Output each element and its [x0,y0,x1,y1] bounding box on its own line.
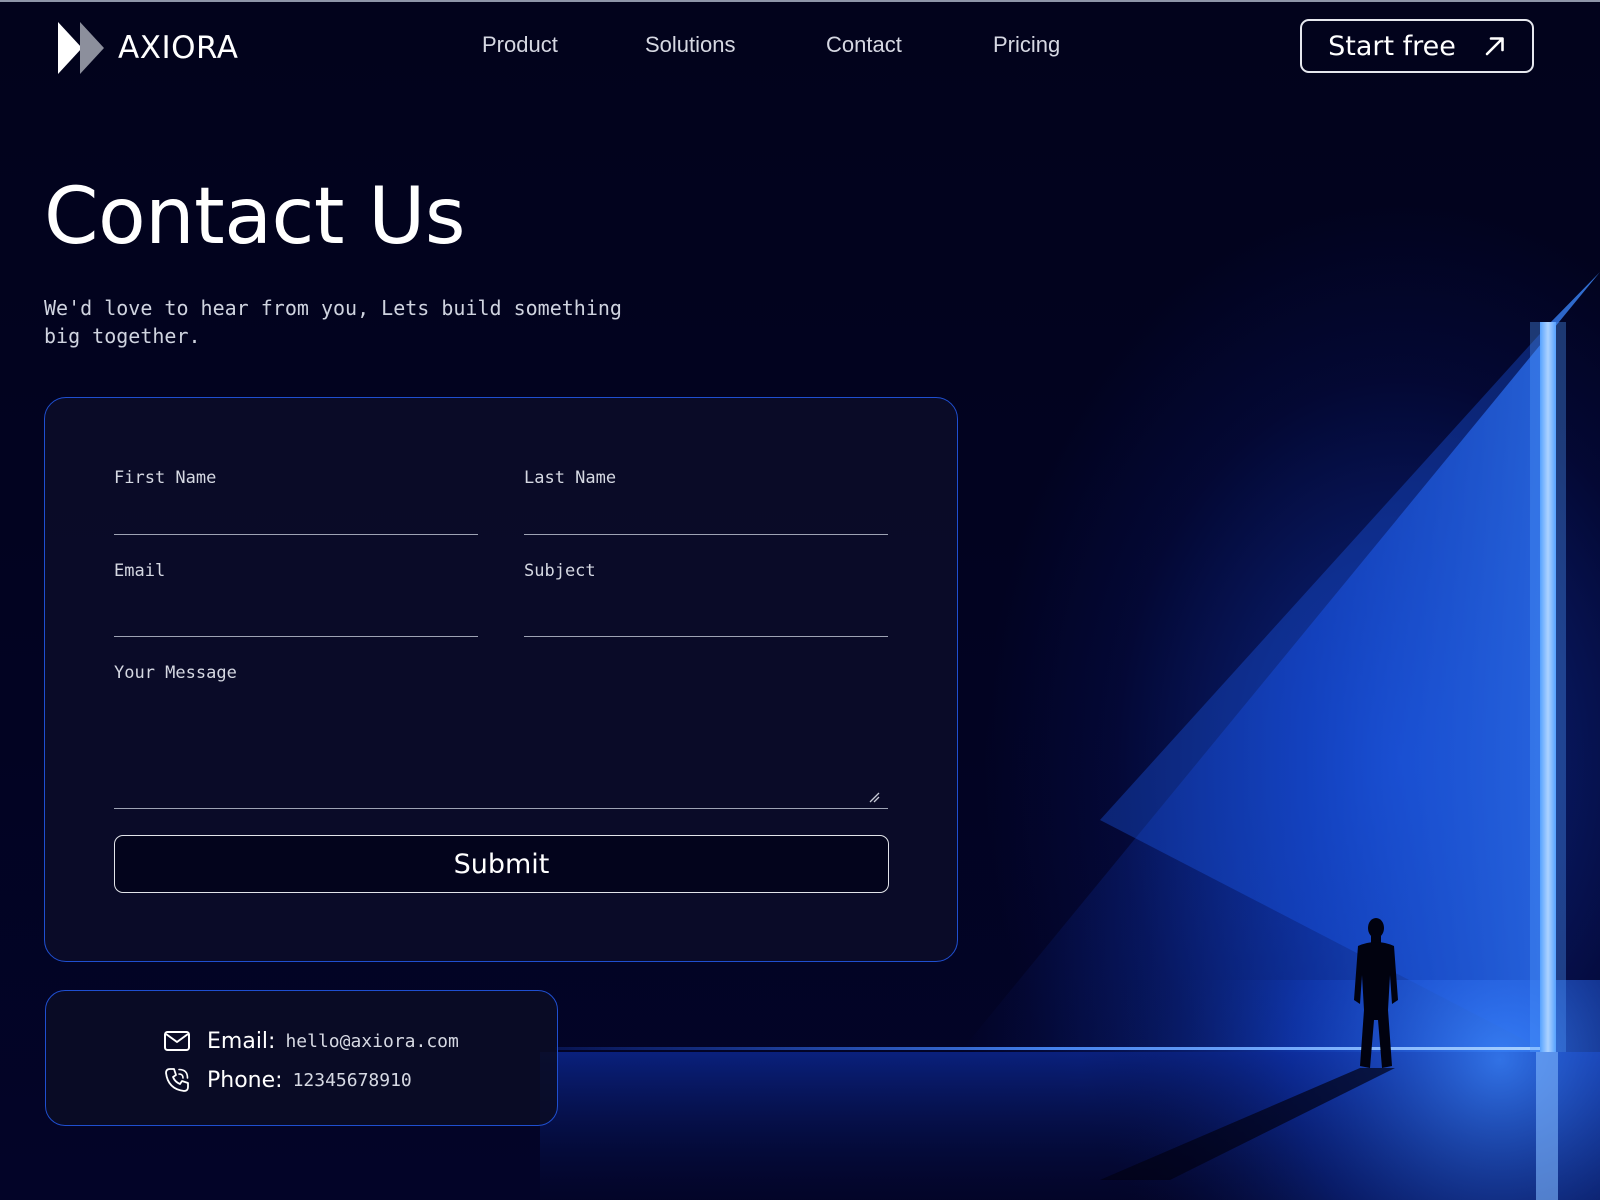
envelope-icon [164,1031,190,1051]
brand-logo[interactable]: AXIORA [56,22,238,74]
phone-ringing-icon [165,1068,189,1092]
subject-label: Subject [524,561,596,581]
contact-phone-row: Phone: 12345678910 [163,1065,412,1095]
double-chevron-logo-icon [58,22,104,74]
submit-label: Submit [453,848,550,880]
top-navbar: AXIORA Product Solutions Contact Pricing… [0,0,1600,96]
person-silhouette [1354,918,1398,1068]
email-label: Email [114,561,166,581]
resize-grip-icon[interactable] [868,791,880,803]
start-free-label: Start free [1328,30,1456,62]
message-textarea[interactable] [114,689,888,809]
email-key: Email: [207,1028,276,1054]
nav-item-solutions[interactable]: Solutions [645,32,736,58]
last-name-input[interactable] [524,495,888,535]
nav-item-pricing[interactable]: Pricing [993,32,1060,58]
first-name-input[interactable] [114,495,478,535]
contact-email-row: Email: hello@axiora.com [163,1026,459,1056]
phone-key: Phone: [207,1067,283,1093]
arrow-up-right-icon [1485,37,1504,56]
page: AXIORA Product Solutions Contact Pricing… [0,0,1600,1200]
message-label: Your Message [114,663,237,683]
subject-field: Subject [524,561,888,637]
phone-value-link[interactable]: 12345678910 [293,1070,412,1091]
last-name-field: Last Name [524,468,888,535]
page-subtitle: We'd love to hear from you, Lets build s… [44,296,622,348]
contact-info-card: Email: hello@axiora.com Phone: 123456789… [45,990,558,1126]
first-name-label: First Name [114,468,217,488]
start-free-button[interactable]: Start free [1300,19,1534,73]
contact-form: First Name Last Name Email Subject Your … [44,397,958,962]
email-value-link[interactable]: hello@axiora.com [285,1031,458,1052]
message-field: Your Message [114,663,888,809]
email-field: Email [114,561,478,637]
brand-name: AXIORA [118,30,239,66]
last-name-label: Last Name [524,468,617,488]
first-name-field: First Name [114,468,478,535]
nav-item-product[interactable]: Product [482,32,558,58]
nav-item-contact[interactable]: Contact [826,32,902,58]
page-title: Contact Us [44,172,466,262]
subject-input[interactable] [524,597,888,637]
submit-button[interactable]: Submit [114,835,889,893]
email-input[interactable] [114,597,478,637]
